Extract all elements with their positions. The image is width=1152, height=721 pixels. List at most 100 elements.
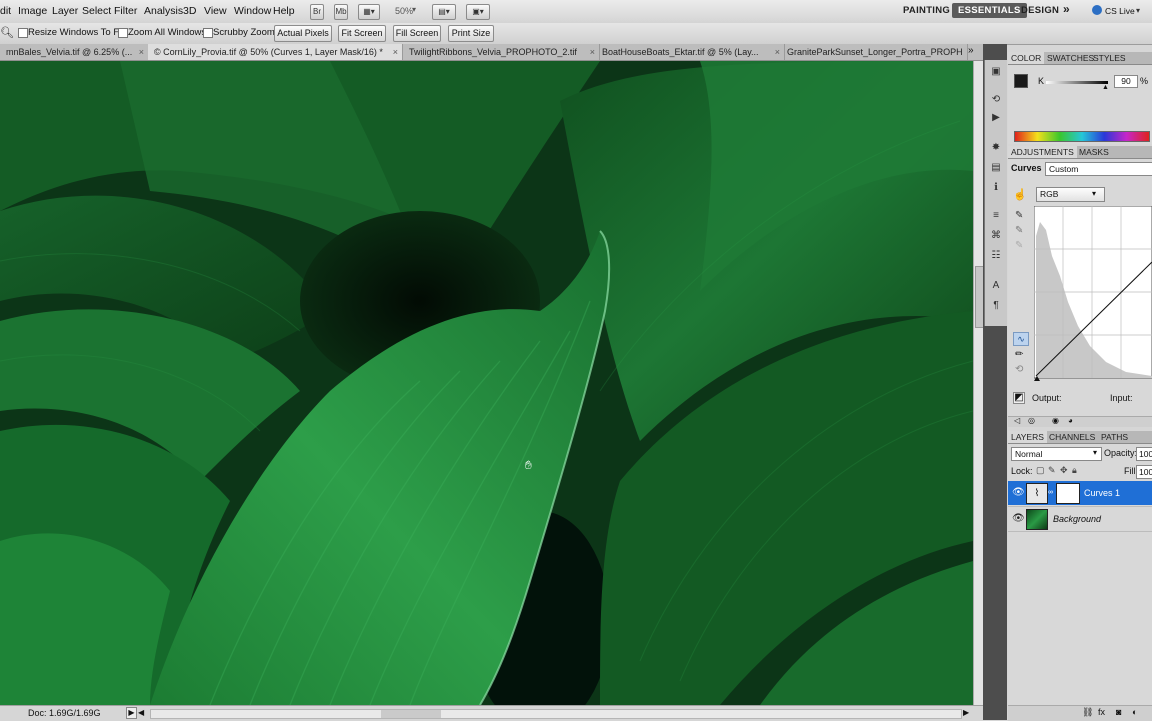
add-mask-icon[interactable]: ◙	[1116, 707, 1121, 717]
tab-adjustments[interactable]: ADJUSTMENTS	[1008, 146, 1077, 158]
lock-transparent-icon[interactable]: ▢	[1036, 465, 1045, 476]
tab-styles[interactable]: STYLES	[1090, 52, 1129, 64]
resize-windows-checkbox[interactable]	[18, 28, 28, 38]
fx-icon[interactable]: fx	[1098, 707, 1105, 717]
tab-channels[interactable]: CHANNELS	[1046, 431, 1098, 443]
menu-image[interactable]: Image	[18, 5, 47, 17]
tab-masks[interactable]: MASKS	[1076, 146, 1112, 158]
extras-dropdown-icon[interactable]: ▦▾	[358, 4, 380, 20]
horizontal-scrollbar[interactable]	[150, 709, 962, 719]
tab-layers[interactable]: LAYERS	[1008, 431, 1047, 443]
show-clipping-icon[interactable]: ◩	[1013, 392, 1025, 404]
menu-analysis[interactable]: Analysis	[144, 5, 183, 17]
k-slider[interactable]	[1046, 81, 1108, 84]
pencil-tool-icon[interactable]: ✏	[1015, 349, 1023, 360]
curves-preset-select[interactable]: Custom	[1045, 162, 1152, 176]
k-value-field[interactable]: 90	[1114, 75, 1138, 88]
menu-layer[interactable]: Layer	[52, 5, 78, 17]
close-icon[interactable]: ×	[393, 44, 398, 60]
gray-eyedropper-icon[interactable]: ✎	[1015, 225, 1023, 236]
brush-panel-icon[interactable]: ⌘	[989, 230, 1003, 242]
tab-paths[interactable]: PATHS	[1098, 431, 1131, 443]
hscroll-right-icon[interactable]: ▶	[963, 708, 969, 717]
layer-mask-thumbnail[interactable]	[1056, 483, 1080, 504]
menu-edit[interactable]: dit	[0, 5, 11, 17]
layer-name[interactable]: Curves 1	[1084, 488, 1120, 498]
actions-panel-icon[interactable]: ▶	[989, 112, 1003, 124]
blend-mode-select[interactable]: Normal	[1011, 447, 1102, 461]
info-panel-icon[interactable]: ℹ	[989, 182, 1003, 194]
layer-name[interactable]: Background	[1053, 514, 1101, 524]
menu-help[interactable]: Help	[273, 5, 295, 17]
target-adjust-icon[interactable]: ☝	[1013, 188, 1027, 201]
hscroll-thumb[interactable]	[381, 710, 441, 718]
layer-row-curves[interactable]: 👁︎ ⌇ ∞ Curves 1	[1008, 481, 1152, 505]
hscroll-left-icon[interactable]: ◀	[138, 708, 144, 717]
layer-row-background[interactable]: 👁︎ Background	[1008, 506, 1152, 532]
tab-cornbales[interactable]: mnBales_Velvia.tif @ 6.25% (... ×	[0, 44, 149, 60]
image-canvas[interactable]: ✋︎	[0, 61, 973, 705]
scrubby-zoom-checkbox[interactable]	[203, 28, 213, 38]
navigator-panel-icon[interactable]: ✸	[989, 142, 1003, 154]
zoom-level[interactable]: 50%	[395, 6, 413, 16]
link-layers-icon[interactable]: ⛓	[1082, 707, 1093, 718]
eye-icon[interactable]: 👁︎	[1012, 513, 1025, 524]
opacity-field[interactable]: 100	[1136, 447, 1152, 461]
smooth-icon[interactable]: ⟲	[1015, 364, 1023, 375]
actual-pixels-button[interactable]: Actual Pixels	[274, 25, 332, 42]
cslive-chevron-icon[interactable]: ▾	[1136, 6, 1140, 15]
menu-filter[interactable]: Filter	[114, 5, 137, 17]
bridge-icon[interactable]: Br	[310, 4, 324, 20]
return-icon[interactable]: ◁	[1014, 416, 1020, 425]
clip-icon[interactable]: ◎	[1028, 416, 1035, 425]
minibridge-panel-icon[interactable]: ▣	[989, 66, 1003, 78]
cslive-label[interactable]: CS Live	[1105, 6, 1135, 16]
workspace-design[interactable]: DESIGN	[1021, 5, 1059, 16]
tool-presets-icon[interactable]: ≡	[989, 210, 1003, 222]
close-icon[interactable]: ×	[775, 44, 780, 60]
fill-screen-button[interactable]: Fill Screen	[393, 25, 441, 42]
black-eyedropper-icon[interactable]: ✎	[1015, 210, 1023, 221]
history-panel-icon[interactable]: ⟲	[989, 94, 1003, 106]
previous-state-icon[interactable]: ◉	[1052, 416, 1059, 425]
clone-source-icon[interactable]: ☷	[989, 250, 1003, 262]
zoom-tool-icon[interactable]: 🔍︎	[0, 26, 14, 39]
lock-pixels-icon[interactable]: ✎	[1048, 465, 1056, 476]
print-size-button[interactable]: Print Size	[448, 25, 494, 42]
fit-screen-button[interactable]: Fit Screen	[338, 25, 386, 42]
workspace-painting[interactable]: PAINTING	[903, 5, 950, 16]
menu-3d[interactable]: 3D	[183, 5, 196, 17]
fill-field[interactable]: 100	[1136, 465, 1152, 479]
menu-window[interactable]: Window	[234, 5, 271, 17]
white-eyedropper-icon[interactable]: ✎	[1015, 240, 1023, 251]
more-tabs-icon[interactable]: »	[968, 45, 974, 56]
minibridge-icon[interactable]: Mb	[334, 4, 348, 20]
zoom-all-checkbox[interactable]	[118, 28, 128, 38]
channel-chevron-icon[interactable]: ▾	[1092, 189, 1096, 198]
tab-boathouse[interactable]: BoatHouseBoats_Ektar.tif @ 5% (Lay... ×	[596, 44, 785, 60]
close-icon[interactable]: ×	[590, 44, 595, 60]
workspace-essentials[interactable]: ESSENTIALS	[952, 3, 1027, 18]
menu-select[interactable]: Select	[82, 5, 111, 17]
tab-cornlily[interactable]: © CornLily_Provia.tif @ 50% (Curves 1, L…	[148, 44, 403, 60]
k-slider-thumb-icon[interactable]: ▲	[1102, 84, 1109, 91]
visibility-icon[interactable]: ◕	[1068, 416, 1073, 425]
tab-color[interactable]: COLOR	[1008, 52, 1045, 64]
foreground-swatch[interactable]	[1014, 74, 1028, 88]
tab-twilightribbons[interactable]: TwilightRibbons_Velvia_PROPHOTO_2.tif ×	[403, 44, 600, 60]
character-panel-icon[interactable]: A	[989, 280, 1003, 292]
blend-chevron-icon[interactable]: ▾	[1093, 448, 1097, 457]
status-menu-arrow-icon[interactable]: ▶	[126, 707, 137, 719]
zoom-chevron-icon[interactable]: ▾	[412, 5, 416, 14]
curve-point-tool-icon[interactable]: ∿	[1013, 332, 1029, 346]
mask-link-icon[interactable]: ∞	[1048, 489, 1053, 496]
menu-view[interactable]: View	[204, 5, 227, 17]
lock-position-icon[interactable]: ✥	[1060, 465, 1068, 476]
screen-mode-icon[interactable]: ▣▾	[466, 4, 490, 20]
eye-icon[interactable]: 👁︎	[1012, 487, 1025, 498]
lock-all-icon[interactable]: 🔒︎	[1072, 465, 1077, 476]
tab-granitepark[interactable]: GraniteParkSunset_Longer_Portra_PROPH	[781, 44, 968, 60]
new-adjustment-icon[interactable]: ◐	[1132, 707, 1137, 717]
paragraph-panel-icon[interactable]: ¶	[989, 300, 1003, 312]
arrange-docs-icon[interactable]: ▤▾	[432, 4, 456, 20]
